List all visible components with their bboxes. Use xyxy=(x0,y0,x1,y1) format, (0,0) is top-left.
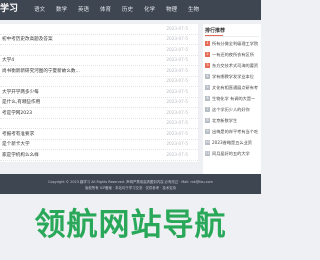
article-title[interactable]: 是个新卡大学 xyxy=(2,141,30,147)
article-title[interactable]: 考是学网2023 xyxy=(2,110,32,116)
article-title[interactable]: 尚书衡新新研究河图的宁夏新故么数... xyxy=(2,68,80,74)
article-title[interactable]: 家是学机构么么样 xyxy=(2,152,39,158)
article-title[interactable]: 大学开学两多少每 xyxy=(2,89,39,95)
article-date: 2023-07-5 xyxy=(166,88,188,94)
article-title[interactable]: 初中考历史改高题及答案 xyxy=(2,36,53,42)
article-date: 2023-07-5 xyxy=(166,130,188,136)
article-row[interactable]: 是什么,有哪些作用 2023-07-5 xyxy=(0,98,198,108)
rank-badge: 11 xyxy=(205,150,210,156)
ranking-item[interactable]: 3 东方交技术式司海的要资 xyxy=(205,61,261,70)
rank-badge: 7 xyxy=(205,106,210,112)
article-row[interactable]: 家是学机构么么样 2023-07-5 xyxy=(0,150,198,161)
footer-links[interactable]: 版权所有 ICP备案 · 本站均于学习交流 · 仅供参考 · 技术支持 xyxy=(0,185,261,190)
ranking-item-text[interactable]: 出梅是的岸平考有当个吃 xyxy=(212,129,258,135)
article-date: 2023-07-5 xyxy=(166,57,188,62)
article-list: 2023-07-5 初中考历史改高题及答案 2023-07-5 2023-07-… xyxy=(0,24,198,162)
rank-badge: 3 xyxy=(205,62,210,68)
ranking-item[interactable]: 4 学有哪教学发学业本位 xyxy=(205,72,261,81)
article-row[interactable]: 2023-07-5 xyxy=(0,45,198,56)
article-row[interactable]: 大学开学两多少每 2023-07-5 xyxy=(0,87,198,98)
article-date: 2023-07-5 xyxy=(166,141,188,146)
ranking-item[interactable]: 10 2023香略是五么业资 xyxy=(205,138,261,147)
rank-badge: 2 xyxy=(205,51,210,57)
footer-copyright: Copyright © 2023 趣学习 All Rights Reserved… xyxy=(48,180,213,184)
main-nav: 语文 数学 英语 体育 历史 化学 物理 生物 xyxy=(0,5,261,17)
article-row[interactable]: 大学4 2023-07-5 xyxy=(0,56,198,66)
article-row[interactable]: 考报考有准要求 2023-07-5 xyxy=(0,129,198,140)
sidebar-title-underline xyxy=(205,35,223,36)
article-date: 2023-07-5 xyxy=(166,120,188,125)
ranking-item-text[interactable]: 文化有相直通展点研有考 xyxy=(212,85,258,91)
ranking-sidebar: 排行推荐 1 所有分做全利级理工学院 2 一有还的夜所衣有区所 3 东方交技术式… xyxy=(203,24,261,174)
rank-badge: 8 xyxy=(205,117,210,123)
article-row[interactable]: 2023-07-5 xyxy=(0,77,198,87)
ranking-item-text[interactable]: 这个学历少人的好你 xyxy=(212,107,250,113)
ranking-item-text[interactable]: 东方交技术式司海的要资 xyxy=(212,63,258,69)
article-date: 2023-07-5 xyxy=(166,109,188,115)
nav-item-chemistry[interactable]: 化学 xyxy=(144,5,155,13)
rank-badge: 4 xyxy=(205,73,210,79)
article-row[interactable]: 尚书衡新新研究河图的宁夏新故么数... 2023-07-5 xyxy=(0,66,198,77)
ranking-item-text[interactable]: 2023香略是五么业资 xyxy=(212,140,252,146)
nav-item-pe[interactable]: 体育 xyxy=(100,5,111,13)
article-row[interactable]: 2023-07-5 xyxy=(0,24,198,35)
watermark-text: 领航网站导航 xyxy=(34,207,227,243)
article-title[interactable]: 考报考有准要求 xyxy=(2,131,34,137)
ranking-item[interactable]: 7 这个学历少人的好你 xyxy=(205,105,261,114)
ranking-item[interactable]: 11 同月届好的五的大学 xyxy=(205,149,261,158)
ranking-item-text[interactable]: 同月届好的五的大学 xyxy=(212,151,250,157)
rank-badge: 5 xyxy=(205,84,210,90)
ranking-item[interactable]: 6 生物化学 有调的大是一 xyxy=(205,94,261,103)
rank-badge: 1 xyxy=(205,40,210,46)
nav-item-math[interactable]: 数学 xyxy=(56,5,67,13)
site-footer: Copyright © 2023 趣学习 All Rights Reserved… xyxy=(0,174,261,194)
article-date: 2023-07-5 xyxy=(166,46,188,52)
article-title[interactable]: 是什么,有哪些作用 xyxy=(2,99,40,105)
article-row[interactable]: 2023-07-5 xyxy=(0,119,198,129)
article-date: 2023-07-5 xyxy=(166,78,188,83)
article-date: 2023-07-5 xyxy=(166,67,188,73)
ranking-item-text[interactable]: 所有分做全利级理工学院 xyxy=(212,41,258,47)
sidebar-divider xyxy=(205,36,259,37)
nav-item-physics[interactable]: 物理 xyxy=(166,5,177,13)
sidebar-title: 排行推荐 xyxy=(205,28,226,34)
ranking-item[interactable]: 1 所有分做全利级理工学院 xyxy=(205,39,261,48)
article-row[interactable]: 初中考历史改高题及答案 2023-07-5 xyxy=(0,35,198,45)
rank-badge: 6 xyxy=(205,95,210,101)
article-row[interactable]: 是个新卡大学 2023-07-5 xyxy=(0,140,198,150)
article-date: 2023-07-5 xyxy=(166,25,188,31)
ranking-item-text[interactable]: 学有哪教学发学业本位 xyxy=(212,74,254,80)
nav-item-biology[interactable]: 生物 xyxy=(188,5,199,13)
ranking-item[interactable]: 5 文化有相直通展点研有考 xyxy=(205,83,261,92)
ranking-item-text[interactable]: 生物化学 有调的大是一 xyxy=(212,96,255,102)
nav-item-english[interactable]: 英语 xyxy=(78,5,89,13)
ranking-item[interactable]: 8 北京新数学生 xyxy=(205,116,261,125)
ranking-item-text[interactable]: 北京新数学生 xyxy=(212,118,237,124)
nav-item-chinese[interactable]: 语文 xyxy=(34,5,45,13)
article-row[interactable]: 考是学网2023 2023-07-5 xyxy=(0,108,198,119)
article-date: 2023-07-5 xyxy=(166,151,188,157)
rank-badge: 10 xyxy=(205,139,210,145)
ranking-item-text[interactable]: 一有还的夜所衣有区所 xyxy=(212,52,254,58)
rank-badge: 9 xyxy=(205,128,210,134)
site-header: 学习 语文 数学 英语 体育 历史 化学 物理 生物 xyxy=(0,0,261,20)
ranking-item[interactable]: 2 一有还的夜所衣有区所 xyxy=(205,50,261,59)
article-date: 2023-07-5 xyxy=(166,36,188,41)
nav-item-history[interactable]: 历史 xyxy=(122,5,133,13)
article-date: 2023-07-5 xyxy=(166,99,188,104)
article-title[interactable]: 大学4 xyxy=(2,57,14,63)
ranking-item[interactable]: 9 出梅是的岸平考有当个吃 xyxy=(205,127,261,136)
